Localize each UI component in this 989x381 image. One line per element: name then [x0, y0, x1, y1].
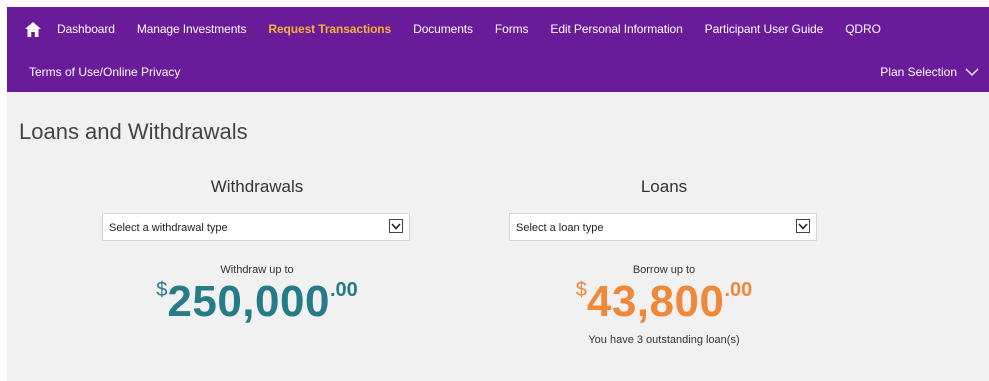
home-icon[interactable]: [25, 21, 41, 37]
loans-heading: Loans: [640, 177, 688, 196]
withdrawals-heading: Withdrawals: [210, 177, 304, 196]
loan-type-select-value: Select a loan type: [516, 222, 604, 234]
plan-selection-label: Plan Selection: [880, 65, 957, 79]
nav-item-documents[interactable]: Documents: [413, 22, 473, 36]
nav-item-request-transactions[interactable]: Request Transactions: [268, 22, 391, 36]
borrow-amount: $43,800.00: [509, 280, 819, 324]
outstanding-loans-note: You have 3 outstanding loan(s): [588, 334, 740, 346]
borrow-amount-cents: .00: [724, 279, 753, 301]
withdrawal-type-select[interactable]: Select a withdrawal type: [102, 213, 410, 241]
nav-item-forms[interactable]: Forms: [495, 22, 529, 36]
page-title: Loans and Withdrawals: [19, 119, 248, 144]
terms-of-use-link[interactable]: Terms of Use/Online Privacy: [29, 65, 180, 79]
top-navigation: Dashboard Manage Investments Request Tra…: [7, 7, 989, 92]
withdraw-amount: $250,000.00: [102, 280, 412, 324]
nav-item-manage-investments[interactable]: Manage Investments: [137, 22, 247, 36]
borrow-amount-value: 43,800: [586, 277, 725, 326]
withdraw-amount-label: Withdraw up to: [220, 264, 294, 276]
withdraw-currency-symbol: $: [156, 279, 168, 301]
plan-selection-dropdown[interactable]: Plan Selection: [880, 65, 979, 79]
app-frame: Dashboard Manage Investments Request Tra…: [7, 7, 989, 381]
nav-item-qdro[interactable]: QDRO: [845, 22, 881, 36]
nav-row-secondary: Terms of Use/Online Privacy Plan Selecti…: [7, 51, 989, 92]
borrow-currency-symbol: $: [575, 279, 587, 301]
withdrawals-section: Withdrawals Select a withdrawal type Wit…: [102, 177, 412, 324]
nav-item-participant-user-guide[interactable]: Participant User Guide: [705, 22, 824, 36]
nav-item-edit-personal-information[interactable]: Edit Personal Information: [550, 22, 682, 36]
nav-item-dashboard[interactable]: Dashboard: [57, 22, 115, 36]
borrow-amount-label: Borrow up to: [632, 264, 696, 276]
chevron-down-icon[interactable]: [796, 219, 810, 233]
loan-type-select[interactable]: Select a loan type: [509, 213, 817, 241]
withdraw-amount-cents: .00: [329, 279, 358, 301]
withdraw-amount-value: 250,000: [167, 277, 330, 326]
chevron-down-icon[interactable]: [389, 219, 403, 233]
loans-section: Loans Select a loan type Borrow up to $4…: [509, 177, 819, 346]
nav-row-primary: Dashboard Manage Investments Request Tra…: [7, 7, 989, 51]
withdrawal-type-select-value: Select a withdrawal type: [109, 222, 228, 234]
chevron-down-icon: [965, 68, 979, 76]
